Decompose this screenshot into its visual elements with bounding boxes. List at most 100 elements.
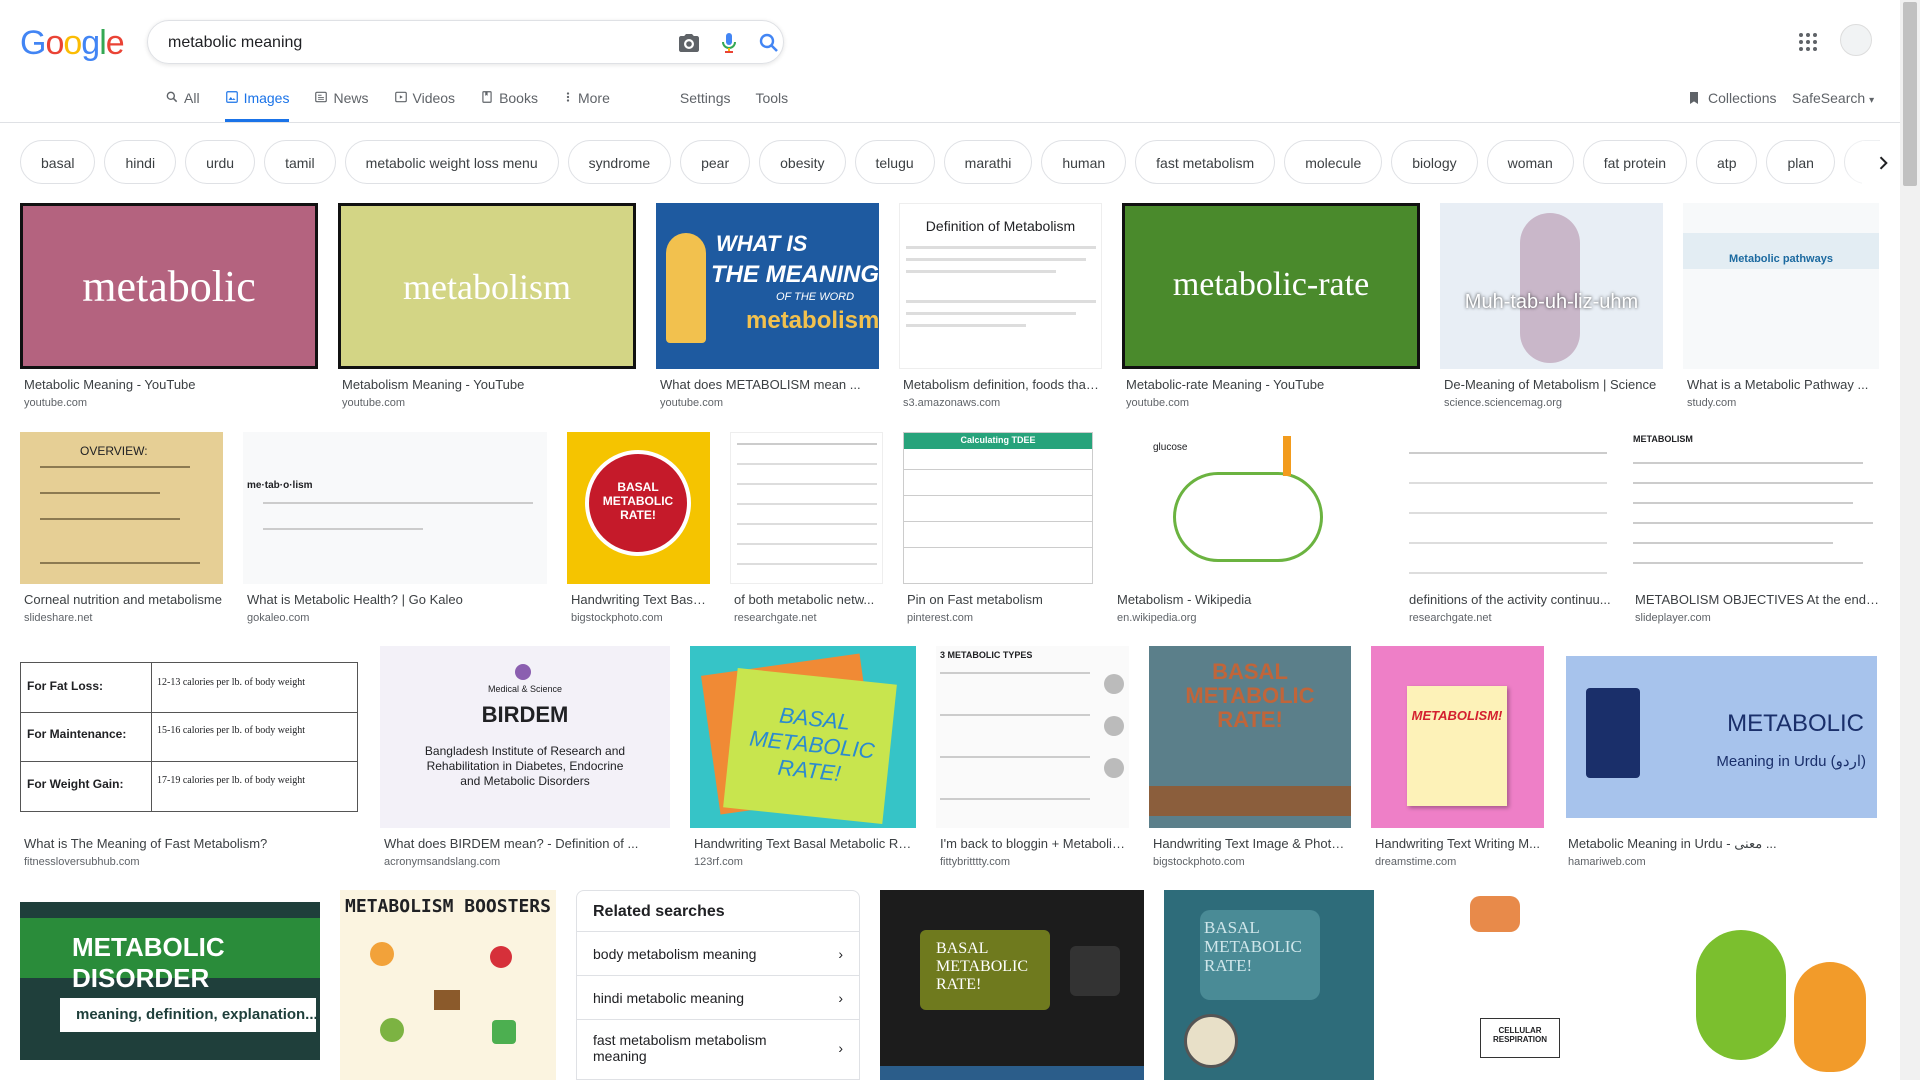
related-search-item[interactable]: hindi metabolic meaning › <box>577 975 859 1019</box>
image-result[interactable]: of both metabolic netw... researchgate.n… <box>730 432 883 628</box>
result-source[interactable]: fitnessloversubhub.com <box>24 856 140 868</box>
tab-settings[interactable]: Settings <box>680 80 731 120</box>
chip[interactable]: urdu <box>185 140 256 184</box>
result-source[interactable]: bigstockphoto.com <box>571 612 663 624</box>
result-thumbnail[interactable]: BASAL METABOLIC RATE! <box>690 646 916 828</box>
result-title[interactable]: What is Metabolic Health? | Go Kaleo <box>247 592 547 607</box>
result-thumbnail[interactable]: Definition of Metabolism <box>899 203 1102 369</box>
chip[interactable]: plan <box>1766 140 1835 184</box>
result-thumbnail[interactable] <box>1666 890 1879 1080</box>
image-result[interactable]: For Fat Loss: 12-13 calories per lb. of … <box>20 646 360 868</box>
image-result[interactable]: Medical & Science BIRDEM Bangladesh Inst… <box>380 646 670 868</box>
result-source[interactable]: researchgate.net <box>1409 612 1492 624</box>
image-result[interactable]: OVERVIEW: Corneal nutrition and metaboli… <box>20 432 223 628</box>
chip[interactable]: tamil <box>264 140 336 184</box>
microphone-icon[interactable] <box>717 31 741 55</box>
result-title[interactable]: Metabolic Meaning - YouTube <box>24 377 318 392</box>
result-thumbnail[interactable]: 3 METABOLIC TYPES <box>936 646 1129 828</box>
image-result[interactable]: BASAL METABOLIC RATE! <box>1164 890 1374 1080</box>
image-result[interactable]: METABOLISM! Handwriting Text Writing M..… <box>1371 646 1544 868</box>
result-thumbnail[interactable]: glucose <box>1113 432 1385 584</box>
result-source[interactable]: youtube.com <box>342 397 405 409</box>
result-title[interactable]: METABOLISM OBJECTIVES At the end ... <box>1635 592 1879 607</box>
image-result[interactable]: BASAL METABOLIC RATE! Handwriting Text I… <box>1149 646 1351 868</box>
result-title[interactable]: Handwriting Text Basal Metabolic Rat... <box>694 836 916 851</box>
chip[interactable]: atp <box>1696 140 1758 184</box>
result-title[interactable]: of both metabolic netw... <box>734 592 883 607</box>
result-thumbnail[interactable]: METABOLIC DISORDER meaning, definition, … <box>20 890 320 1070</box>
result-source[interactable]: pinterest.com <box>907 612 973 624</box>
chip[interactable]: basal <box>20 140 96 184</box>
image-result[interactable]: Calculating TDEE Pin on Fast metabolism … <box>903 432 1093 628</box>
result-title[interactable]: Metabolism Meaning - YouTube <box>342 377 636 392</box>
result-title[interactable]: What is a Metabolic Pathway ... <box>1687 377 1879 392</box>
chip[interactable]: metabolic weight loss menu <box>344 140 559 184</box>
result-title[interactable]: What is The Meaning of Fast Metabolism? <box>24 836 360 851</box>
result-thumbnail[interactable]: BASAL METABOLIC RATE! <box>1164 890 1374 1080</box>
result-thumbnail[interactable]: For Fat Loss: 12-13 calories per lb. of … <box>20 646 360 828</box>
chip[interactable]: biology <box>1391 140 1478 184</box>
result-source[interactable]: researchgate.net <box>734 612 817 624</box>
result-thumbnail[interactable]: metabolic <box>20 203 318 369</box>
image-result[interactable]: METABOLISM METABOLISM OBJECTIVES At the … <box>1631 432 1879 628</box>
collections-link[interactable]: Collections <box>1686 90 1776 106</box>
result-thumbnail[interactable]: METABOLIC Meaning in Urdu (اردو) <box>1564 646 1879 828</box>
chip[interactable]: fast metabolism <box>1135 140 1276 184</box>
result-source[interactable]: science.sciencemag.org <box>1444 397 1562 409</box>
result-title[interactable]: Pin on Fast metabolism <box>907 592 1093 607</box>
safesearch-menu[interactable]: SafeSearch ▾ <box>1792 90 1874 106</box>
tab-videos[interactable]: Videos <box>394 80 455 120</box>
result-source[interactable]: study.com <box>1687 397 1736 409</box>
image-result[interactable]: WHAT IS THE MEANING OF THE WORD metaboli… <box>656 203 879 413</box>
image-result[interactable]: metabolism Metabolism Meaning - YouTube … <box>338 203 636 413</box>
chip[interactable]: marathi <box>943 140 1033 184</box>
result-source[interactable]: fittybritttty.com <box>940 856 1010 868</box>
result-source[interactable]: youtube.com <box>24 397 87 409</box>
result-thumbnail[interactable]: Muh-tab-uh-liz-uhm <box>1440 203 1663 369</box>
image-result[interactable]: metabolic-rate Metabolic-rate Meaning - … <box>1122 203 1420 413</box>
related-search-item[interactable]: fast metabolism metabolism meaning › <box>577 1019 859 1075</box>
result-title[interactable]: Metabolism - Wikipedia <box>1117 592 1385 607</box>
result-source[interactable]: 123rf.com <box>694 856 743 868</box>
result-thumbnail[interactable]: WHAT IS THE MEANING OF THE WORD metaboli… <box>656 203 879 369</box>
image-result[interactable]: Definition of Metabolism Metabolism defi… <box>899 203 1102 413</box>
search-icon[interactable] <box>757 31 781 55</box>
account-avatar[interactable] <box>1840 24 1872 56</box>
result-source[interactable]: gokaleo.com <box>247 612 309 624</box>
result-thumbnail[interactable]: OVERVIEW: <box>20 432 223 584</box>
result-thumbnail[interactable]: metabolic-rate <box>1122 203 1420 369</box>
image-result[interactable]: glucose Metabolism - Wikipedia en.wikipe… <box>1113 432 1385 628</box>
image-result[interactable]: CELLULAR RESPIRATION <box>1394 890 1646 1080</box>
chips-next-button[interactable] <box>1862 141 1904 185</box>
result-title[interactable]: Corneal nutrition and metabolisme <box>24 592 223 607</box>
result-title[interactable]: Metabolic-rate Meaning - YouTube <box>1126 377 1420 392</box>
image-result[interactable]: me·tab·o·lism What is Metabolic Health? … <box>243 432 547 628</box>
tab-images[interactable]: Images <box>224 80 290 122</box>
image-result[interactable]: Muh-tab-uh-liz-uhm De-Meaning of Metabol… <box>1440 203 1663 413</box>
tab-tools[interactable]: Tools <box>755 80 788 120</box>
result-thumbnail[interactable]: METABOLISM BOOSTERS <box>340 890 556 1080</box>
result-source[interactable]: slideshare.net <box>24 612 93 624</box>
result-title[interactable]: definitions of the activity continuu... <box>1409 592 1611 607</box>
result-source[interactable]: dreamstime.com <box>1375 856 1456 868</box>
result-title[interactable]: I'm back to bloggin + Metabolic... <box>940 836 1129 851</box>
result-source[interactable]: youtube.com <box>660 397 723 409</box>
result-title[interactable]: What does METABOLISM mean ... <box>660 377 879 392</box>
result-title[interactable]: De-Meaning of Metabolism | Science <box>1444 377 1663 392</box>
result-title[interactable]: Handwriting Text Image & Photo ... <box>1153 836 1351 851</box>
result-source[interactable]: acronymsandslang.com <box>384 856 500 868</box>
result-source[interactable]: slideplayer.com <box>1635 612 1711 624</box>
search-input[interactable] <box>166 21 630 65</box>
result-source[interactable]: en.wikipedia.org <box>1117 612 1197 624</box>
result-thumbnail[interactable]: BASAL METABOLIC RATE! <box>1149 646 1351 828</box>
result-thumbnail[interactable]: Calculating TDEE <box>903 432 1093 584</box>
result-thumbnail[interactable]: METABOLISM <box>1631 432 1879 584</box>
image-result[interactable]: BASAL METABOLIC RATE! Handwriting Text B… <box>690 646 916 868</box>
result-thumbnail[interactable]: Medical & Science BIRDEM Bangladesh Inst… <box>380 646 670 828</box>
tab-more[interactable]: More <box>563 80 610 120</box>
image-result[interactable]: metabolic Metabolic Meaning - YouTube yo… <box>20 203 318 413</box>
chip[interactable]: obesity <box>759 140 846 184</box>
camera-icon[interactable] <box>677 31 701 55</box>
result-thumbnail[interactable]: METABOLISM! <box>1371 646 1544 828</box>
image-result[interactable] <box>1666 890 1879 1080</box>
